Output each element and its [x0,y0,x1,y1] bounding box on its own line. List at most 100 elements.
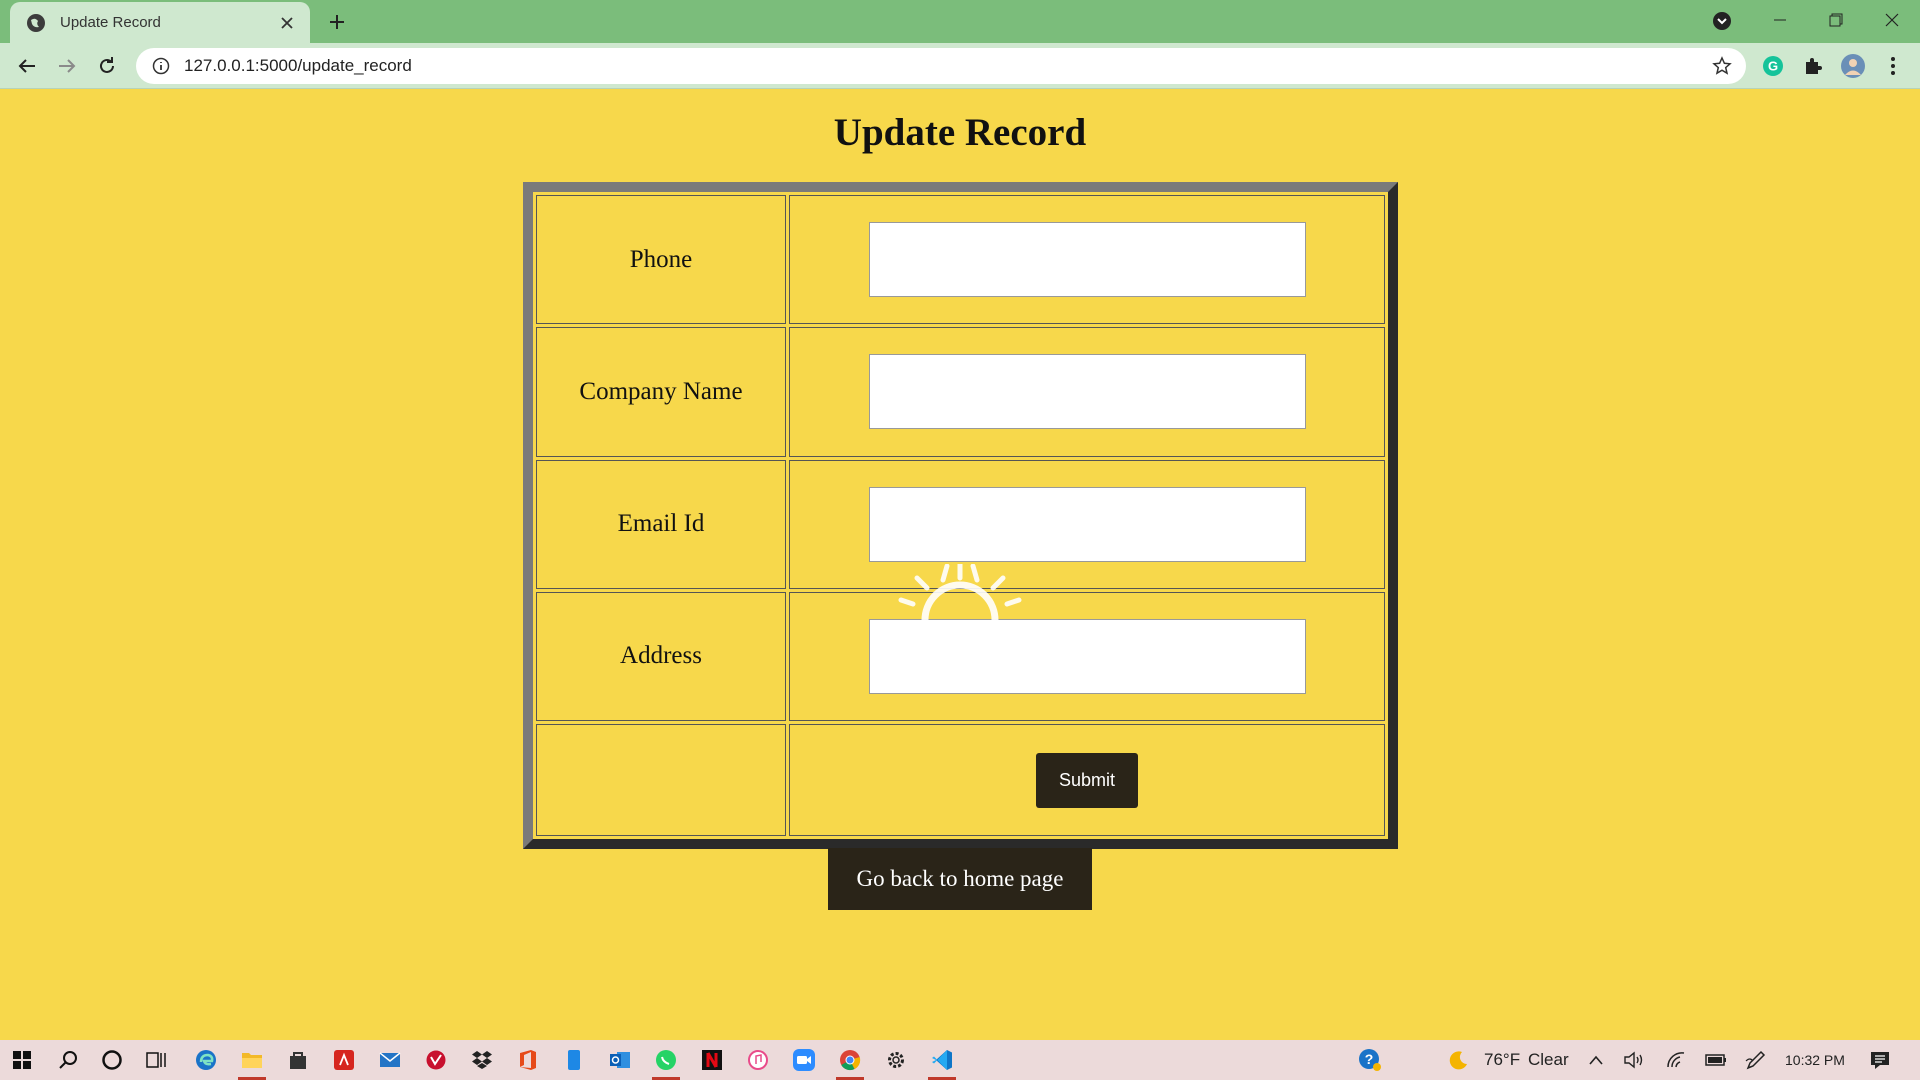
minimize-button[interactable] [1752,0,1808,40]
gear-icon [888,1052,904,1068]
netflix-icon [702,1050,722,1070]
tab-search-button[interactable] [1710,9,1734,33]
taskbar-antivirus[interactable] [416,1040,456,1080]
taskbar-vscode[interactable] [922,1040,962,1080]
reload-button[interactable] [94,53,120,79]
taskbar-outlook[interactable] [600,1040,640,1080]
antivirus-icon [426,1050,446,1070]
svg-text:G: G [1768,59,1778,74]
extensions-button[interactable] [1800,53,1826,79]
taskbar-store[interactable] [278,1040,318,1080]
start-button[interactable] [2,1040,42,1080]
taskbar-help[interactable]: ? [1350,1040,1390,1080]
taskbar-office[interactable] [508,1040,548,1080]
update-form: Phone Company Name Email Id Address Subm… [523,182,1398,849]
notification-icon [1871,1052,1889,1069]
chevron-down-icon [1713,12,1731,30]
search-icon [59,1051,77,1069]
globe-icon [27,13,45,32]
edge-icon [196,1050,216,1070]
avatar-icon [1841,54,1865,78]
folder-icon [242,1053,262,1068]
company-name-input[interactable] [868,354,1306,430]
notifications-button[interactable] [1860,1040,1900,1080]
back-button[interactable] [14,53,40,79]
company-name-cell [789,327,1385,457]
taskbar-mail[interactable] [370,1040,410,1080]
arrow-right-icon [59,59,76,73]
address-cell [789,591,1385,721]
taskbar-settings[interactable] [876,1040,916,1080]
plus-icon [330,15,344,29]
weather-temp[interactable]: 76°F [1484,1040,1520,1080]
phone-label: Phone [536,195,786,325]
taskbar-zoom[interactable] [784,1040,824,1080]
phone-input[interactable] [868,222,1306,298]
cortana-button[interactable] [92,1040,132,1080]
browser-menu-button[interactable] [1880,53,1906,79]
restore-button[interactable] [1808,0,1864,40]
taskbar-dropbox[interactable] [462,1040,502,1080]
tray-overflow-button[interactable] [1576,1040,1616,1080]
battery-button[interactable] [1696,1040,1736,1080]
taskbar-edge[interactable] [186,1040,226,1080]
search-button[interactable] [48,1040,88,1080]
taskbar-acrobat[interactable] [324,1040,364,1080]
forward-button[interactable] [54,53,80,79]
chrome-icon [840,1050,861,1071]
acrobat-icon [334,1050,354,1070]
star-icon[interactable] [1712,56,1732,76]
email-cell [789,459,1385,589]
close-icon[interactable] [276,12,298,34]
moon-icon [1449,1051,1467,1070]
taskbar-chrome[interactable] [830,1040,870,1080]
email-input[interactable] [868,486,1306,562]
office-icon [520,1050,536,1070]
form-row-company: Company Name [536,327,1385,457]
submit-cell: Submit [789,724,1385,836]
dropbox-icon [472,1051,492,1069]
weather-condition[interactable]: Clear [1528,1040,1569,1080]
reload-icon [100,57,114,73]
clock-time[interactable]: 10:32 PM [1785,1040,1845,1080]
submit-button[interactable]: Submit [1036,752,1138,808]
svg-text:?: ? [1365,1051,1374,1067]
grammarly-extension[interactable]: G [1760,53,1786,79]
arrow-left-icon [18,59,35,73]
taskbar-phone-app[interactable] [554,1040,594,1080]
profile-avatar[interactable] [1840,53,1866,79]
browser-tab[interactable]: Update Record [10,2,310,43]
itunes-icon [748,1050,768,1070]
pen-icon [1745,1050,1766,1070]
taskbar-netflix[interactable] [692,1040,732,1080]
address-bar[interactable]: 127.0.0.1:5000/update_record [136,48,1746,84]
minimize-icon [1774,19,1786,21]
info-icon[interactable] [152,57,170,75]
volume-icon [1624,1051,1643,1069]
form-row-submit: Submit [536,724,1385,836]
form-table: Phone Company Name Email Id Address Subm… [533,192,1388,839]
home-page-button[interactable]: Go back to home page [828,848,1092,910]
url-text[interactable]: 127.0.0.1:5000/update_record [184,56,412,76]
taskbar-itunes[interactable] [738,1040,778,1080]
browser-tab-bar: Update Record [0,0,1920,43]
volume-button[interactable] [1614,1040,1654,1080]
weather-widget[interactable] [1438,1040,1478,1080]
taskbar-file-explorer[interactable] [232,1040,272,1080]
zoom-icon [793,1049,815,1071]
browser-toolbar: 127.0.0.1:5000/update_record G [0,43,1920,89]
company-name-label: Company Name [536,327,786,457]
close-window-button[interactable] [1864,0,1920,40]
chevron-up-icon [1589,1055,1603,1065]
wifi-button[interactable] [1656,1040,1696,1080]
pen-button[interactable] [1736,1040,1776,1080]
phone-cell [789,195,1385,325]
taskbar-whatsapp[interactable] [646,1040,686,1080]
task-view-button[interactable] [136,1040,176,1080]
sun-icon [898,564,1022,620]
task-view-icon [146,1052,166,1068]
address-input[interactable] [868,618,1306,694]
new-tab-button[interactable] [322,8,352,36]
help-icon: ? [1359,1049,1381,1071]
vscode-icon [932,1050,952,1070]
